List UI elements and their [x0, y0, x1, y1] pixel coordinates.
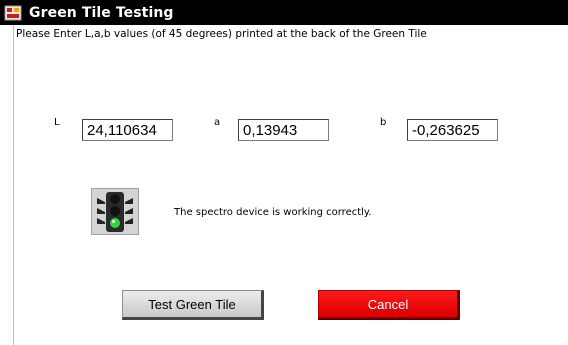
a-value-field[interactable]: [238, 119, 329, 141]
l-value-field[interactable]: [82, 119, 173, 141]
test-green-tile-button[interactable]: Test Green Tile: [122, 290, 264, 320]
l-label: L: [54, 117, 60, 128]
b-label: b: [380, 117, 387, 128]
a-label: a: [214, 117, 221, 128]
left-divider: [13, 25, 14, 345]
traffic-light-icon: [91, 188, 139, 235]
b-value-field[interactable]: [407, 119, 498, 141]
instruction-text: Please Enter L,a,b values (of 45 degrees…: [16, 28, 427, 40]
cancel-button[interactable]: Cancel: [318, 290, 460, 320]
app-logo-icon: [4, 5, 22, 20]
green-tile-testing-window: Green Tile Testing Please Enter L,a,b va…: [0, 0, 568, 345]
title-bar: Green Tile Testing: [0, 0, 568, 25]
window-title: Green Tile Testing: [29, 4, 174, 21]
status-message: The spectro device is working correctly.: [174, 207, 372, 218]
